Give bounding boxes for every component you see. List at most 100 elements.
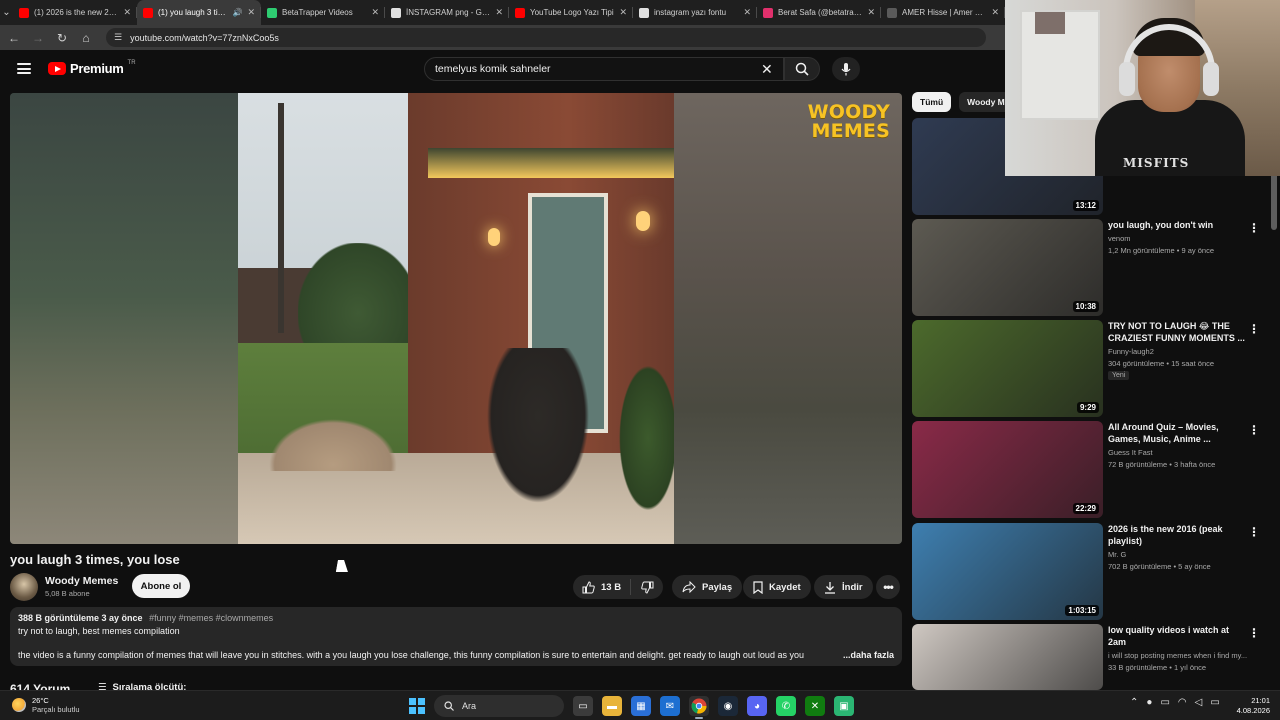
tab-close-icon[interactable]: ✕ [247, 7, 255, 18]
view-count-date: 388 B görüntüleme 3 ay önce [18, 613, 143, 623]
show-more-link[interactable]: ...daha fazla [843, 650, 894, 660]
taskbar-center: Ara ▭ ▬ ▦ ✉ ◉ ◕ ✆ ✕ ▣ [409, 694, 854, 719]
browser-tab[interactable]: instagram yazı fontu ✕ [633, 0, 757, 25]
recommended-video[interactable]: low quality videos i watch at 2am i will … [912, 624, 1268, 690]
recommended-video-title[interactable]: TRY NOT TO LAUGH 😂 THE CRAZIEST FUNNY MO… [1108, 320, 1246, 344]
tab-search-chevron-icon[interactable]: ⌄ [0, 0, 13, 25]
tab-audio-icon[interactable]: 🔊 [232, 8, 242, 17]
thumbs-up-icon [582, 580, 595, 593]
video-thumbnail[interactable]: 9:29 [912, 320, 1103, 417]
more-vertical-icon[interactable]: ⋮ [1248, 423, 1260, 437]
recommended-video[interactable]: 9:29 TRY NOT TO LAUGH 😂 THE CRAZIEST FUNN… [912, 320, 1268, 417]
more-vertical-icon[interactable]: ⋮ [1248, 626, 1260, 640]
browser-tab[interactable]: Berat Safa (@betatrapper) ✕ [757, 0, 881, 25]
chevron-up-icon[interactable]: ⌃ [1130, 697, 1138, 708]
voice-search-button[interactable] [832, 57, 860, 81]
taskbar-search[interactable]: Ara [434, 695, 564, 717]
recommended-video-title[interactable]: All Around Quiz – Movies, Games, Music, … [1108, 421, 1246, 445]
xbox-icon[interactable]: ✕ [805, 696, 825, 716]
recommended-video-channel[interactable]: Mr. G [1108, 550, 1126, 559]
task-view-icon[interactable]: ▭ [573, 696, 593, 716]
system-clock[interactable]: 21:01 4.08.2026 [1230, 696, 1270, 716]
url-field[interactable]: ☰ youtube.com/watch?v=77znNxCoo5s [106, 28, 986, 47]
more-vertical-icon[interactable]: ⋮ [1248, 221, 1260, 235]
video-title: you laugh 3 times, you lose [10, 552, 180, 567]
recommended-video-title[interactable]: low quality videos i watch at 2am [1108, 624, 1246, 648]
video-thumbnail[interactable]: 10:38 [912, 219, 1103, 316]
search-button[interactable] [784, 57, 820, 81]
tab-close-icon[interactable]: ✕ [371, 7, 379, 18]
recommended-video[interactable]: 1:03:15 2026 is the new 2016 (peak playli… [912, 523, 1268, 620]
recommended-video-channel[interactable]: venom [1108, 234, 1131, 243]
microphone-icon[interactable]: ● [1146, 697, 1152, 708]
tab-close-icon[interactable]: ✕ [867, 7, 875, 18]
more-actions-button[interactable]: ••• [876, 575, 900, 599]
scene-lamp-left [488, 228, 500, 246]
battery-icon[interactable]: ▭ [1210, 697, 1219, 708]
recommended-video-channel[interactable]: Guess It Fast [1108, 448, 1153, 457]
back-arrow-icon[interactable]: ← [8, 31, 20, 45]
chrome-icon[interactable] [689, 696, 709, 719]
channel-name[interactable]: Woody Memes [45, 575, 118, 587]
tab-close-icon[interactable]: ✕ [495, 7, 503, 18]
tab-close-icon[interactable]: ✕ [619, 7, 627, 18]
description-box[interactable]: 388 B görüntüleme 3 ay önce #funny #meme… [10, 607, 902, 666]
recommended-video[interactable]: 22:29 All Around Quiz – Movies, Games, Mu… [912, 421, 1268, 518]
browser-tab[interactable]: BetaTrapper Videos ✕ [261, 0, 385, 25]
share-button[interactable]: Paylaş [672, 575, 743, 599]
reload-icon[interactable]: ↻ [56, 31, 68, 45]
dislike-button[interactable] [631, 581, 663, 594]
tab-close-icon[interactable]: ✕ [743, 7, 751, 18]
file-explorer-icon[interactable]: ▬ [602, 696, 622, 716]
download-button[interactable]: İndir [814, 575, 873, 599]
recommended-video-meta: 33 B görüntüleme • 1 yıl önce [1108, 663, 1207, 672]
recommended-video-channel[interactable]: Funny-laugh2 [1108, 347, 1154, 356]
clear-search-icon[interactable]: ✕ [761, 61, 773, 78]
volume-icon[interactable]: ◁ [1195, 697, 1203, 708]
hashtags[interactable]: #funny #memes #clownmemes [149, 613, 273, 623]
share-label: Paylaş [702, 581, 733, 593]
windows-start-icon[interactable] [409, 698, 425, 714]
video-thumbnail[interactable]: 22:29 [912, 421, 1103, 518]
tab-close-icon[interactable]: ✕ [991, 7, 999, 18]
recommended-video-channel[interactable]: i will stop posting memes when i find my… [1108, 651, 1247, 660]
steam-icon[interactable]: ◉ [718, 696, 738, 716]
recommended-video[interactable]: 10:38 you laugh, you don't win venom 1,2 Mn… [912, 219, 1268, 316]
microsoft-store-icon[interactable]: ▦ [631, 696, 651, 716]
weather-widget[interactable]: 26°C Parçalı bulutlu [12, 696, 80, 714]
browser-tab[interactable]: İNSTAGRAM png - Google ✕ [385, 0, 509, 25]
menu-icon[interactable] [17, 63, 31, 74]
whatsapp-icon[interactable]: ✆ [776, 696, 796, 716]
subscribe-button[interactable]: Abone ol [132, 574, 190, 598]
more-vertical-icon[interactable]: ⋮ [1248, 525, 1260, 539]
site-info-icon[interactable]: ☰ [114, 32, 122, 43]
video-thumbnail[interactable]: 1:03:15 [912, 523, 1103, 620]
scene-porch [428, 148, 674, 178]
recommended-video-title[interactable]: 2026 is the new 2016 (peak playlist) [1108, 523, 1246, 547]
browser-tab[interactable]: (1) you laugh 3 times, you lose 🔊 ✕ [137, 0, 261, 25]
recommended-video-title[interactable]: you laugh, you don't win [1108, 219, 1246, 231]
tab-close-icon[interactable]: ✕ [123, 7, 131, 18]
outlook-icon[interactable]: ✉ [660, 696, 680, 716]
browser-tab[interactable]: YouTube Logo Yazı Tipi ✕ [509, 0, 633, 25]
browser-tab[interactable]: (1) 2026 is the new 2016 ✕ [13, 0, 137, 25]
wifi-icon[interactable]: ◠ [1178, 697, 1187, 708]
search-input[interactable]: temelyus komik sahneler [424, 57, 784, 81]
discord-icon[interactable]: ◕ [747, 696, 767, 716]
youtube-masthead: Premium TR temelyus komik sahneler ✕ [0, 50, 1005, 90]
more-vertical-icon[interactable]: ⋮ [1248, 322, 1260, 336]
monitor-icon[interactable]: ▭ [1160, 697, 1169, 708]
channel-avatar[interactable] [10, 573, 38, 601]
forward-arrow-icon[interactable]: → [32, 31, 44, 45]
tab-favicon-icon [143, 7, 153, 18]
home-icon[interactable]: ⌂ [80, 31, 92, 45]
video-thumbnail[interactable] [912, 624, 1103, 690]
tab-label: BetaTrapper Videos [282, 8, 353, 17]
app-icon[interactable]: ▣ [834, 696, 854, 716]
youtube-premium-logo[interactable]: Premium TR [48, 60, 136, 76]
browser-tab[interactable]: AMER Hisse | Amer Geliş ✕ [881, 0, 1005, 25]
save-button[interactable]: Kaydet [743, 575, 811, 599]
like-button[interactable]: 13 B [573, 579, 631, 595]
video-player[interactable]: WOODY MEMES [10, 93, 902, 544]
chip-all[interactable]: Tümü [912, 92, 952, 112]
